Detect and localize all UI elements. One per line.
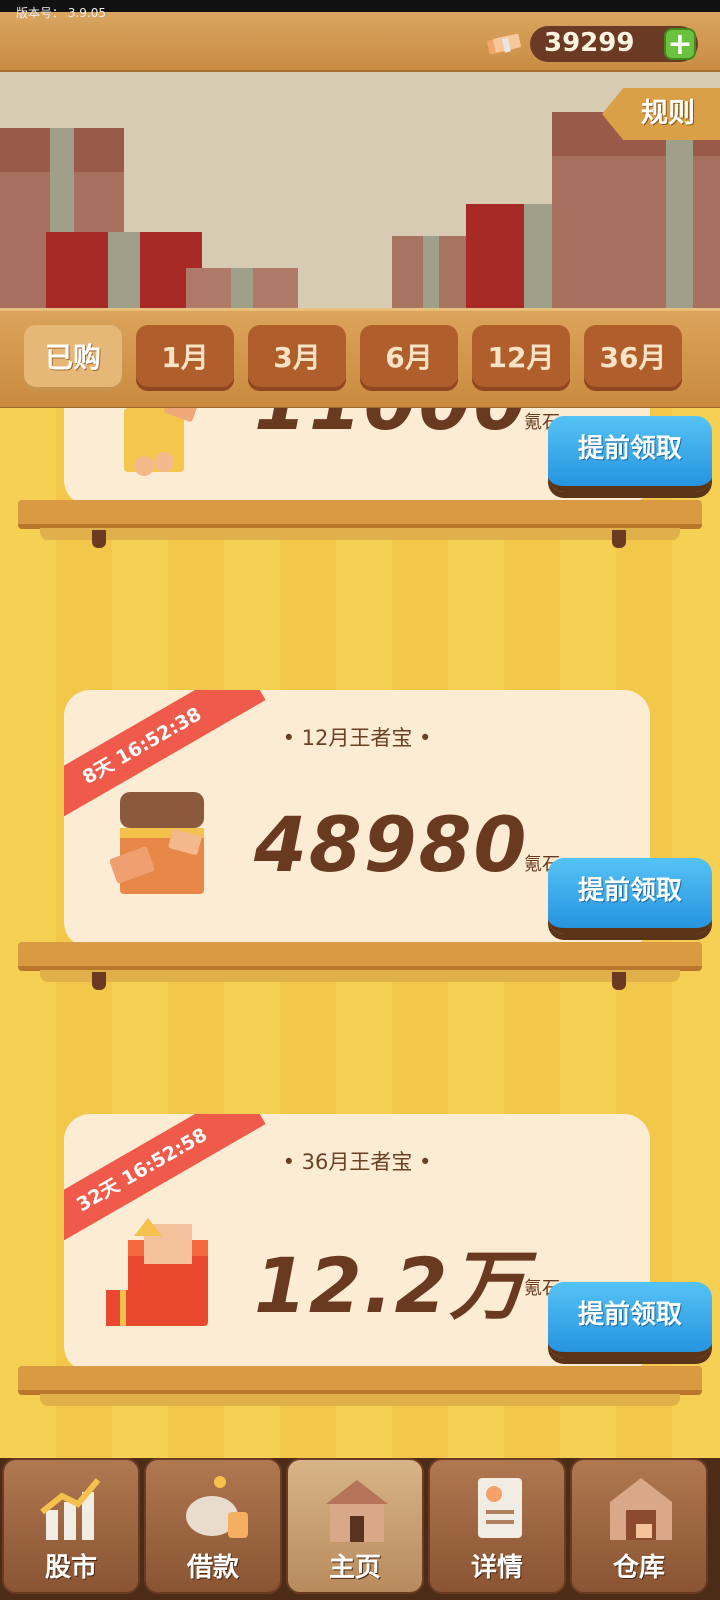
hero-banner: 规则 [0, 72, 720, 308]
cash-icon [487, 33, 521, 54]
status-bar [0, 0, 720, 12]
balance-value: 39299 [544, 28, 635, 58]
stock-chart-icon [40, 1478, 101, 1540]
top-bar: 39299 + [0, 12, 720, 73]
shelf-leg [92, 972, 106, 990]
gift-box-decoration [186, 268, 298, 308]
nav-stock-market[interactable]: 股市 [2, 1458, 140, 1594]
product-card: 8天 16:52:38 • 12月王者宝 • 48980 氪石 提前领取 [0, 690, 720, 1010]
nav-label: 借款 [186, 1553, 239, 1583]
nav-label: 主页 [328, 1553, 381, 1583]
reward-amount: 11000 [254, 408, 528, 447]
reward-amount: 12.2万 [254, 1241, 528, 1330]
claim-early-button[interactable]: 提前领取 [548, 858, 712, 934]
treasure-chest-icon [110, 792, 204, 894]
version-label: 版本号： 3.9.05 [16, 6, 106, 20]
document-icon [478, 1478, 522, 1538]
piggy-bank-icon [186, 1476, 248, 1538]
product-card: 11000 氪石 提前领取 [0, 408, 720, 568]
tab-bar: 已购 1月 3月 6月 12月 36月 [0, 308, 720, 411]
product-list[interactable]: 11000 氪石 提前领取 8天 16:52:38 • 12月王者宝 • 489… [0, 408, 720, 1458]
gift-box-icon [106, 1218, 208, 1326]
gift-box-decoration [552, 112, 720, 308]
shelf-leg [92, 530, 106, 548]
claim-early-button[interactable]: 提前领取 [548, 1282, 712, 1358]
shelf-underside [40, 1394, 680, 1406]
add-currency-button[interactable]: + [664, 28, 696, 60]
tab-1-month[interactable]: 1月 [136, 325, 234, 391]
nav-details[interactable]: 详情 [428, 1458, 566, 1594]
tab-6-month[interactable]: 6月 [360, 325, 458, 391]
shelf [18, 942, 702, 971]
tab-12-month[interactable]: 12月 [472, 325, 570, 391]
tab-purchased[interactable]: 已购 [24, 325, 122, 391]
home-icon [326, 1480, 388, 1542]
nav-label: 股市 [44, 1553, 97, 1583]
shelf [18, 500, 702, 529]
nav-label: 仓库 [612, 1553, 665, 1583]
shelf-leg [612, 530, 626, 548]
nav-loan[interactable]: 借款 [144, 1458, 282, 1594]
shelf-underside [40, 970, 680, 982]
gift-box-decoration [392, 236, 470, 308]
rules-button[interactable]: 规则 [602, 88, 720, 140]
product-title: • 36月王者宝 • [282, 1150, 432, 1174]
nav-home[interactable]: 主页 [286, 1458, 424, 1594]
bottom-nav: 股市 借款 主页 详情 仓库 [0, 1458, 720, 1600]
shelf [18, 1366, 702, 1395]
gift-box-decoration [46, 232, 202, 308]
tab-36-month[interactable]: 36月 [584, 325, 682, 391]
money-bag-icon [124, 408, 198, 476]
claim-early-button[interactable]: 提前领取 [548, 416, 712, 492]
product-card: 32天 16:52:58 • 36月王者宝 • 12.2万 氪石 提前领取 [0, 1114, 720, 1434]
reward-amount: 48980 [254, 800, 529, 889]
tab-3-month[interactable]: 3月 [248, 325, 346, 391]
balance-box: 39299 + [487, 26, 698, 62]
nav-label: 详情 [470, 1553, 523, 1583]
shelf-leg [612, 972, 626, 990]
nav-warehouse[interactable]: 仓库 [570, 1458, 708, 1594]
shelf-underside [40, 528, 680, 540]
warehouse-icon [610, 1478, 672, 1540]
product-title: • 12月王者宝 • [282, 726, 432, 750]
